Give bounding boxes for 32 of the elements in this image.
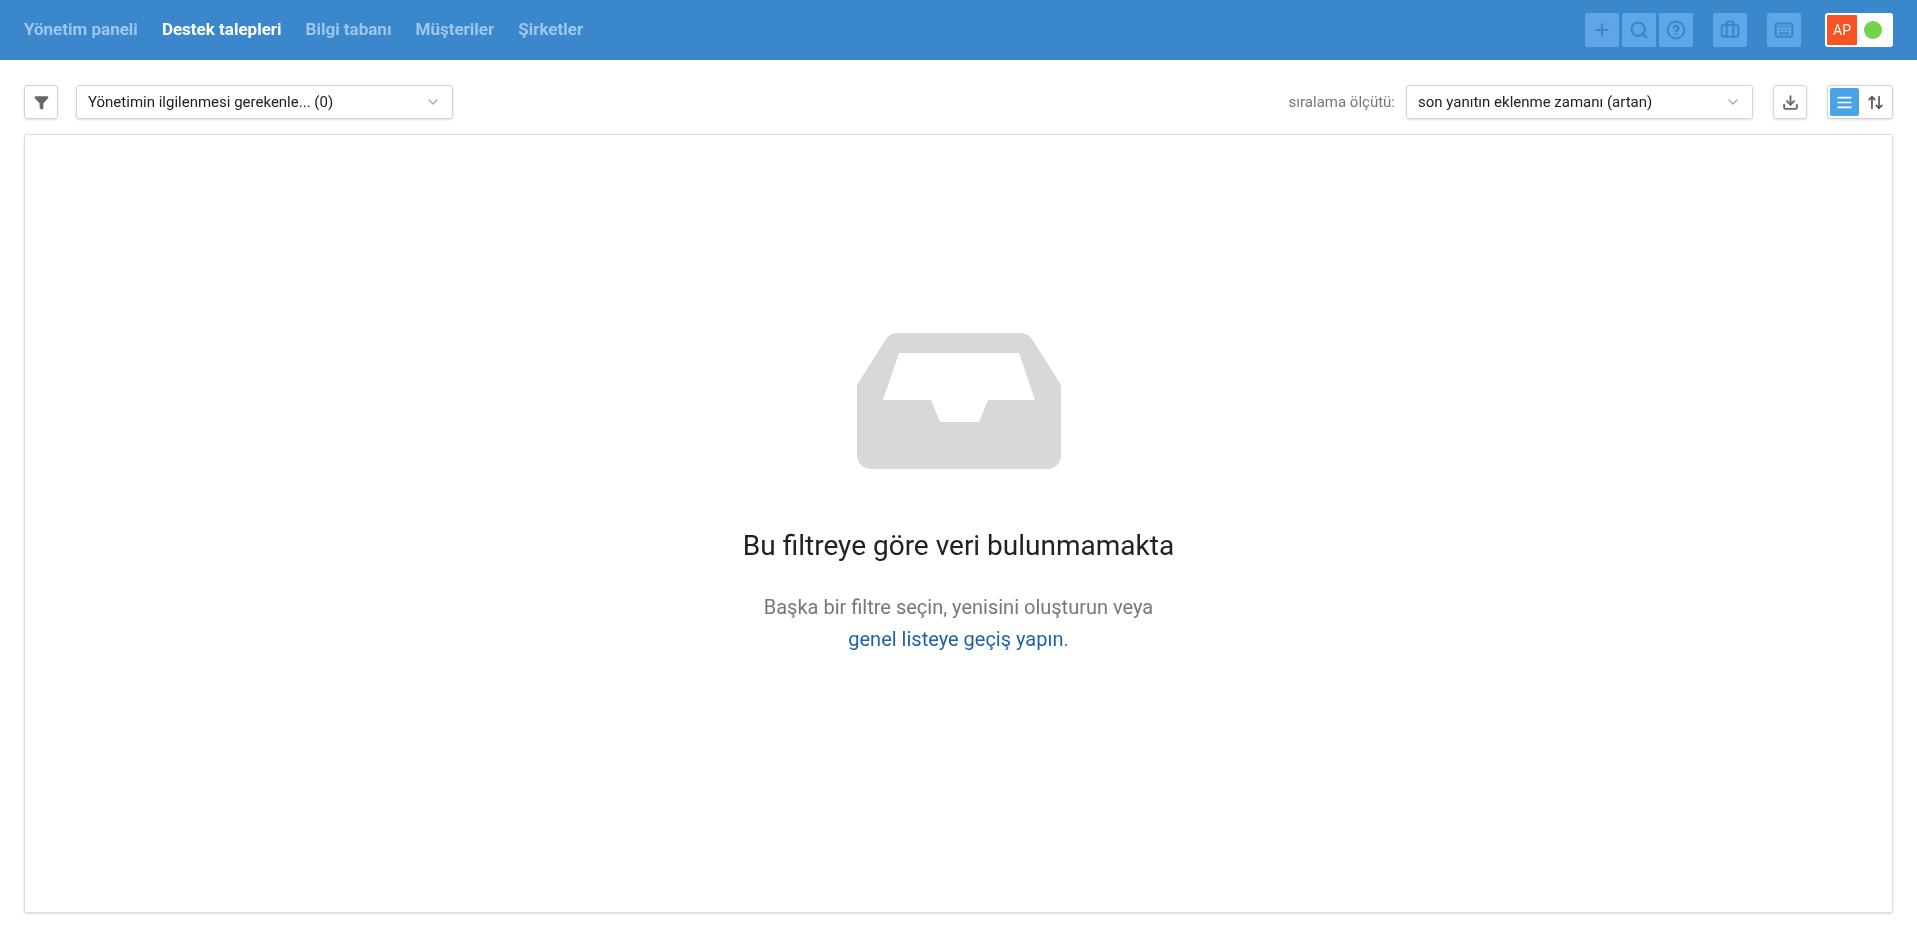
empty-state-title: Bu filtreye göre veri bulunmamakta (742, 527, 1175, 564)
keyboard-icon (1774, 20, 1794, 40)
sort-label: sıralama ölçütü: (1288, 91, 1395, 113)
sort-select-value: son yanıtın eklenme zamanı (artan) (1418, 91, 1653, 113)
help-button[interactable] (1659, 13, 1693, 47)
nav-link[interactable]: Bilgi tabanı (305, 17, 392, 43)
download-button[interactable] (1773, 85, 1807, 119)
sort-select[interactable]: son yanıtın eklenme zamanı (artan) (1406, 85, 1753, 119)
nav-link[interactable]: Şirketler (518, 17, 584, 43)
sort-lines-icon (1867, 93, 1884, 111)
download-icon (1781, 93, 1799, 111)
nav-link[interactable]: Destek talepleri (161, 17, 282, 43)
nav-link[interactable]: Müşteriler (415, 17, 495, 43)
general-list-link[interactable]: genel listeye geçiş yapın (848, 626, 1064, 651)
inbox-tray-icon (856, 332, 1061, 469)
briefcase-icon (1720, 20, 1740, 40)
filter-select-value: Yönetimin ilgilenmesi gerekenle... (0) (88, 91, 334, 113)
plus-button[interactable] (1585, 13, 1619, 47)
help-icon (1666, 20, 1686, 40)
empty-state-message: Başka bir filtre seçin, yenisini oluşturun veya genel listeye geçiş yapın. (762, 593, 1155, 653)
search-icon (1629, 20, 1649, 40)
plus-icon (1592, 20, 1612, 40)
filter-button[interactable] (24, 85, 58, 119)
search-button[interactable] (1622, 13, 1656, 47)
user-avatar: AP (1827, 15, 1857, 45)
filter-icon (33, 94, 49, 110)
briefcase-button[interactable] (1713, 13, 1747, 47)
list-view-button[interactable] (1830, 88, 1859, 116)
user-badge[interactable]: AP (1825, 13, 1893, 47)
keyboard-button[interactable] (1767, 13, 1801, 47)
nav-link[interactable]: Yönetim paneli (24, 17, 138, 43)
filter-select[interactable]: Yönetimin ilgilenmesi gerekenle... (0) (76, 85, 453, 119)
